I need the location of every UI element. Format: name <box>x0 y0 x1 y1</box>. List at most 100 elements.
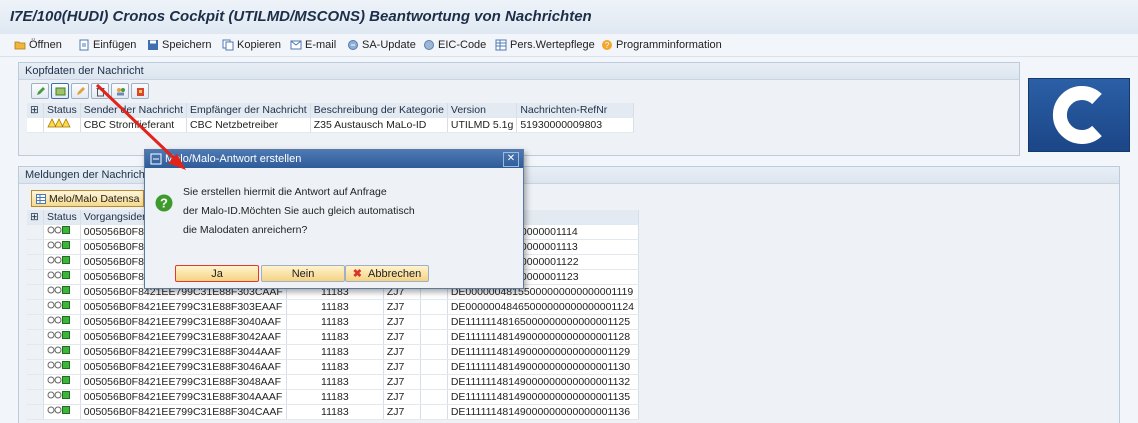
cell-malo: DE11111148165000000000000001125 <box>447 314 640 330</box>
cell-col3 <box>420 329 448 345</box>
no-label: Nein <box>291 267 315 280</box>
cell-malo: DE11111148149000000000000001136 <box>447 404 640 420</box>
header-data-panel: Kopfdaten der Nachricht ⊞ Status Sender … <box>18 62 1020 156</box>
table-row[interactable]: 005056B0F8421EE799C31E88F304CAAF 11183 ZJ7… <box>27 404 640 420</box>
cell-malo: DE00000048465000000000000001124 <box>447 299 640 315</box>
display-icon <box>55 87 65 95</box>
col-category[interactable]: Beschreibung der Kategorie <box>310 103 448 118</box>
yes-button[interactable]: Ja <box>175 265 259 282</box>
pers-wertepflege-button[interactable]: Pers.Wertepflege <box>495 37 595 53</box>
cell-refnr: 51930000009803 <box>516 117 635 133</box>
traffic-light-green-icon <box>47 316 70 324</box>
col-status[interactable]: Status <box>43 210 81 225</box>
cell-vorgangsidentifikation: 005056B0F8421EE799C31E88F3044AAF <box>80 344 287 360</box>
cell-col2: ZJ7 <box>383 404 421 420</box>
col-version[interactable]: Version <box>447 103 518 118</box>
cancel-label: Abbrechen <box>368 267 422 280</box>
cell-malo: DE11111148149000000000000001130 <box>447 359 640 375</box>
row-select-icon[interactable]: ⊞ <box>27 103 44 118</box>
status-traffic-light <box>43 224 81 240</box>
col-refnr[interactable]: Nachrichten-RefNr <box>516 103 635 118</box>
traffic-light-green-icon <box>47 256 70 264</box>
cell-col2: ZJ7 <box>383 314 421 330</box>
open-label: Öffnen <box>29 39 62 51</box>
no-button[interactable]: Nein <box>261 265 345 282</box>
table-row[interactable]: 005056B0F8421EE799C31E88F303EAAF 11183 ZJ7… <box>27 299 640 315</box>
status-traffic-light <box>43 239 81 255</box>
cancel-button[interactable]: ✖ Abbrechen <box>345 265 429 282</box>
email-button[interactable]: E-mail <box>290 37 336 53</box>
eic-code-button[interactable]: EIC-Code <box>423 37 486 53</box>
header-table-row[interactable]: CBC Stromlieferant CBC Netzbetreiber Z35… <box>27 117 635 133</box>
pencil-icon <box>76 86 85 95</box>
melo-malo-button[interactable]: Melo/Malo Datensa <box>31 190 145 207</box>
traffic-light-green-icon <box>47 226 70 234</box>
company-logo <box>1028 78 1130 152</box>
traffic-light-green-icon <box>47 391 70 399</box>
dialog-title: Melo/Malo-Antwort erstellen <box>165 153 302 165</box>
table-row[interactable]: 005056B0F8421EE799C31E88F3048AAF 11183 ZJ7… <box>27 374 640 390</box>
dialog-message-line-1: Sie erstellen hiermit die Antwort auf An… <box>183 186 387 198</box>
folder-open-icon <box>14 41 26 50</box>
cell-col2: ZJ7 <box>383 389 421 405</box>
delete-button[interactable] <box>91 83 109 99</box>
status-traffic-light <box>43 117 81 133</box>
cell-malo: DE11111148149000000000000001128 <box>447 329 640 345</box>
table-row[interactable]: 005056B0F8421EE799C31E88F3042AAF 11183 ZJ7… <box>27 329 640 345</box>
melo-malo-label: Melo/Malo Datensa <box>49 192 140 205</box>
cell-col1: 11183 <box>286 404 384 420</box>
row-marker <box>27 269 44 285</box>
edit-button[interactable] <box>31 83 49 99</box>
header-panel-title: Kopfdaten der Nachricht <box>19 63 1019 80</box>
header-table-head: ⊞ Status Sender der Nachricht Empfänger … <box>27 103 635 118</box>
cell-col3 <box>420 344 448 360</box>
programminformation-button[interactable]: ? Programminformation <box>601 37 722 53</box>
logo-c-icon <box>1052 86 1102 144</box>
table-row[interactable]: 005056B0F8421EE799C31E88F304AAAF 11183 ZJ7… <box>27 389 640 405</box>
table-row[interactable]: 005056B0F8421EE799C31E88F3044AAF 11183 ZJ7… <box>27 344 640 360</box>
table-icon <box>495 39 507 51</box>
people-button[interactable] <box>111 83 129 99</box>
header-table: ⊞ Status Sender der Nachricht Empfänger … <box>27 103 635 133</box>
row-marker <box>27 314 44 330</box>
row-select-icon[interactable]: ⊞ <box>27 210 44 225</box>
pencil-button[interactable] <box>71 83 89 99</box>
cell-col3 <box>420 374 448 390</box>
sa-update-label: SA-Update <box>362 39 416 51</box>
cell-version: UTILMD 5.1g <box>447 117 518 133</box>
traffic-light-green-icon <box>47 301 70 309</box>
table-row[interactable]: 005056B0F8421EE799C31E88F3040AAF 11183 ZJ7… <box>27 314 640 330</box>
sa-update-button[interactable]: SA-Update <box>347 37 416 53</box>
traffic-light-green-icon <box>47 406 70 414</box>
display-button[interactable] <box>51 83 69 99</box>
traffic-light-green-icon <box>47 271 70 279</box>
bin-button[interactable] <box>131 83 149 99</box>
traffic-light-green-icon <box>47 376 70 384</box>
dialog-close-button[interactable]: ✕ <box>503 152 519 167</box>
cell-category: Z35 Austausch MaLo-ID <box>310 117 448 133</box>
cell-receiver: CBC Netzbetreiber <box>186 117 311 133</box>
open-button[interactable]: Öffnen <box>14 37 62 53</box>
title-bar: I7E/100(HUDI) Cronos Cockpit (UTILMD/MSC… <box>0 0 1138 35</box>
delete-icon <box>96 87 104 96</box>
table-row[interactable]: 005056B0F8421EE799C31E88F3046AAF 11183 ZJ7… <box>27 359 640 375</box>
svg-text:?: ? <box>160 196 168 211</box>
traffic-light-green-icon <box>47 286 70 294</box>
col-status[interactable]: Status <box>43 103 81 118</box>
insert-label: Einfügen <box>93 39 137 51</box>
col-sender[interactable]: Sender der Nachricht <box>80 103 188 118</box>
status-traffic-light <box>43 314 81 330</box>
eic-code-icon <box>424 40 434 50</box>
col-receiver[interactable]: Empfänger der Nachricht <box>186 103 311 118</box>
yes-label: Ja <box>211 267 223 280</box>
cell-malo: DE11111148149000000000000001135 <box>447 389 640 405</box>
save-button[interactable]: Speichern <box>147 37 212 53</box>
cell-col3 <box>420 389 448 405</box>
copy-button[interactable]: Kopieren <box>222 37 281 53</box>
question-icon: ? <box>155 194 173 212</box>
status-traffic-light <box>43 389 81 405</box>
insert-button[interactable]: Einfügen <box>78 37 136 53</box>
status-traffic-light <box>43 359 81 375</box>
cell-col1: 11183 <box>286 314 384 330</box>
email-icon <box>290 40 302 50</box>
